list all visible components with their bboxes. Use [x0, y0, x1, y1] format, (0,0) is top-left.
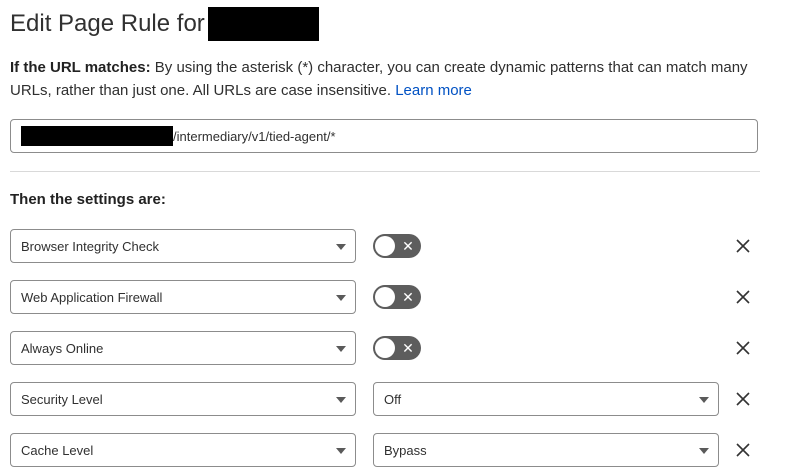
chevron-down-icon [336, 244, 346, 250]
setting-value-select[interactable]: Off [373, 382, 719, 416]
setting-select[interactable]: Web Application Firewall [10, 280, 356, 314]
toggle-knob [375, 287, 395, 307]
close-icon[interactable] [735, 238, 751, 254]
close-icon[interactable] [735, 340, 751, 356]
url-match-description: If the URL matches: By using the asteris… [10, 56, 770, 102]
setting-select[interactable]: Browser Integrity Check [10, 229, 356, 263]
url-pattern-value: /intermediary/v1/tied-agent/* [173, 128, 336, 144]
setting-row: Browser Integrity Check ✕ [0, 229, 791, 263]
setting-select-value: Always Online [21, 340, 104, 356]
close-icon[interactable] [735, 289, 751, 305]
setting-select-value: Security Level [21, 391, 103, 407]
x-icon: ✕ [402, 289, 414, 305]
setting-select-value: Web Application Firewall [21, 289, 163, 305]
redacted-url-host [21, 126, 173, 146]
setting-toggle[interactable]: ✕ [373, 285, 421, 309]
page-title-text: Edit Page Rule for [10, 10, 205, 37]
setting-select[interactable]: Always Online [10, 331, 356, 365]
chevron-down-icon [336, 295, 346, 301]
setting-select-value: Cache Level [21, 442, 94, 458]
url-match-label: If the URL matches: [10, 59, 151, 76]
setting-value-text: Off [384, 391, 402, 407]
setting-row: Security Level Off [0, 382, 791, 416]
chevron-down-icon [699, 397, 709, 403]
setting-row: Web Application Firewall ✕ [0, 280, 791, 314]
x-icon: ✕ [402, 238, 414, 254]
close-icon[interactable] [735, 442, 751, 458]
toggle-knob [375, 236, 395, 256]
toggle-knob [375, 338, 395, 358]
chevron-down-icon [336, 346, 346, 352]
chevron-down-icon [336, 397, 346, 403]
url-pattern-input[interactable]: /intermediary/v1/tied-agent/* [10, 119, 758, 153]
settings-heading: Then the settings are: [10, 191, 166, 208]
setting-row: Cache Level Bypass [0, 433, 791, 467]
divider [10, 171, 760, 172]
setting-select[interactable]: Cache Level [10, 433, 356, 467]
setting-select-value: Browser Integrity Check [21, 238, 159, 254]
setting-select[interactable]: Security Level [10, 382, 356, 416]
setting-value-text: Bypass [384, 442, 427, 458]
close-icon[interactable] [735, 391, 751, 407]
page-title: Edit Page Rule for [10, 6, 319, 42]
setting-toggle[interactable]: ✕ [373, 234, 421, 258]
chevron-down-icon [699, 448, 709, 454]
chevron-down-icon [336, 448, 346, 454]
setting-value-select[interactable]: Bypass [373, 433, 719, 467]
x-icon: ✕ [402, 340, 414, 356]
redacted-domain [207, 7, 319, 41]
setting-row: Always Online ✕ [0, 331, 791, 365]
setting-toggle[interactable]: ✕ [373, 336, 421, 360]
learn-more-link[interactable]: Learn more [395, 82, 472, 99]
